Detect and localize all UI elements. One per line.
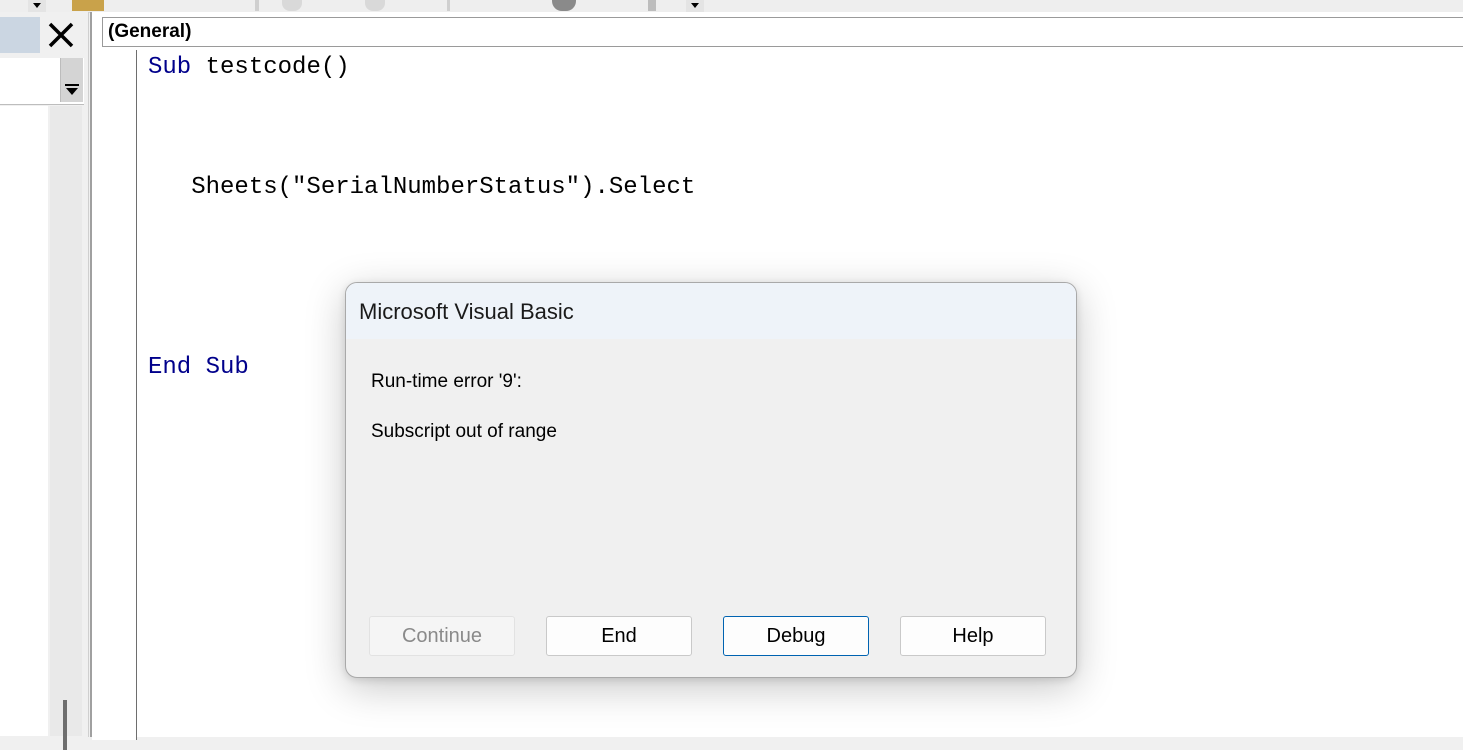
combo-dropdown-button[interactable] [60, 58, 83, 102]
toolbar-dropdown-arrow-icon-2[interactable] [686, 0, 704, 12]
project-pane [0, 12, 89, 750]
toolbar-separator-2 [447, 0, 450, 11]
code-text: testcode() [191, 54, 350, 81]
project-tree[interactable] [0, 106, 48, 736]
code-keyword: Sub [148, 54, 192, 81]
code-line-end-sub[interactable]: End Sub [148, 354, 249, 381]
close-icon [48, 22, 74, 48]
code-line-sub[interactable]: Sub testcode() [148, 54, 350, 81]
vertical-scrollbar[interactable] [50, 106, 82, 736]
toolbar-icon[interactable] [648, 0, 656, 11]
help-button[interactable]: Help [900, 616, 1046, 656]
undo-icon[interactable] [282, 0, 302, 11]
close-pane-button[interactable] [44, 18, 78, 52]
procedure-combo-value: (General) [108, 21, 192, 42]
runtime-error-dialog: Microsoft Visual Basic Run-time error '9… [345, 282, 1077, 678]
pane-splitter-handle[interactable] [63, 700, 67, 750]
redo-icon[interactable] [365, 0, 385, 11]
code-keyword: End Sub [148, 354, 249, 381]
chevron-down-icon [65, 84, 79, 95]
pane-title-bar [0, 17, 40, 53]
procedure-combo[interactable]: (General) [102, 17, 1463, 47]
toolbar-dropdown-arrow-icon[interactable] [28, 0, 46, 12]
object-combo[interactable] [0, 58, 84, 105]
dialog-title: Microsoft Visual Basic [359, 299, 574, 324]
error-description-message: Subscript out of range [371, 421, 557, 442]
debug-button[interactable]: Debug [723, 616, 869, 656]
continue-button[interactable]: Continue [369, 616, 515, 656]
code-margin-indicator-bar[interactable] [92, 50, 137, 740]
code-text: Sheets("SerialNumberStatus").Select [148, 174, 696, 201]
code-line-sheets[interactable]: Sheets("SerialNumberStatus").Select [148, 174, 695, 201]
end-button[interactable]: End [546, 616, 692, 656]
error-code-message: Run-time error '9': [371, 371, 522, 392]
dialog-titlebar[interactable]: Microsoft Visual Basic [346, 283, 1076, 339]
toolbar-tool-icon[interactable] [72, 0, 104, 11]
toolbar-separator [255, 0, 259, 11]
object-browser-icon[interactable] [552, 0, 576, 11]
